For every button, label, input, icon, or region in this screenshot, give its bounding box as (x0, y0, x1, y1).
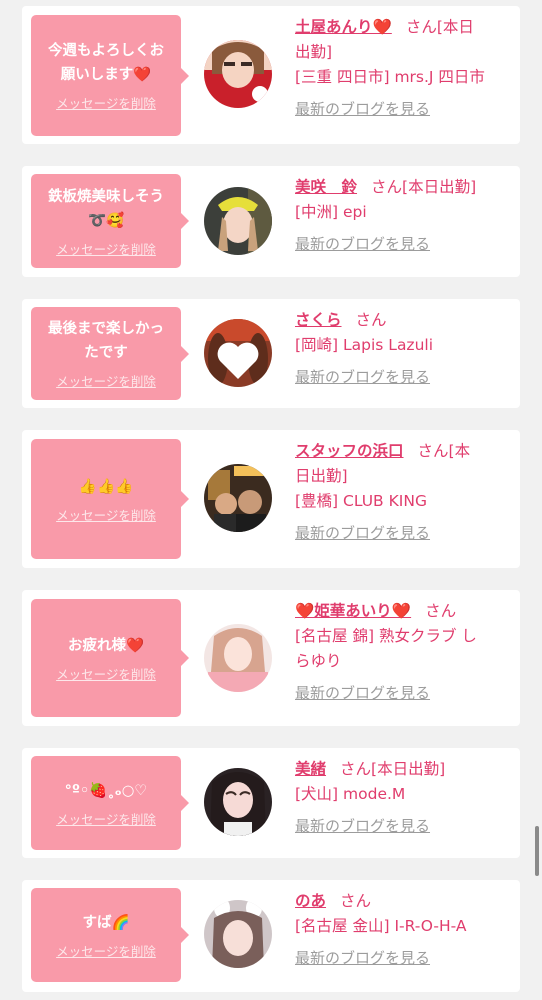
message-line: お疲れ様❤️ (67, 637, 145, 654)
message-bubble: °º◦🍓˳ₒ○♡ メッセージを削除 (31, 756, 189, 850)
shop-info: [中洲] epi (295, 203, 367, 221)
message-line: 願いします❤️ (60, 67, 152, 83)
avatar[interactable] (204, 768, 272, 836)
cast-name-link[interactable]: 美咲 鈴 (295, 178, 357, 196)
message-text: すば🌈 (82, 911, 129, 935)
message-card: 鉄板焼美味しそう ➰🥰 メッセージを削除 美咲 鈴さん[本日出勤] [中洲] e… (22, 166, 520, 277)
shop-info: [岡崎] Lapis Lazuli (295, 336, 434, 354)
shop-info: [豊橋] CLUB KING (295, 492, 427, 510)
delete-message-link[interactable]: メッセージを削除 (56, 93, 156, 112)
cast-info: 美緒 さん[本日出勤] [犬山] mode.M 最新のブログを見る (295, 757, 513, 837)
cast-info: 土屋あんり❤️ さん[本日 出勤] [三重 四日市] mrs.J 四日市 最新のブ… (295, 15, 513, 120)
delete-message-link[interactable]: メッセージを削除 (56, 941, 156, 960)
san-suffix: さん (417, 442, 449, 460)
cast-info: スタッフの浜口 さん[本 日出勤] [豊橋] CLUB KING 最新のブログを見… (295, 439, 513, 544)
latest-blog-link[interactable]: 最新のブログを見る (295, 366, 513, 388)
delete-message-link[interactable]: メッセージを削除 (56, 664, 156, 683)
delete-message-link[interactable]: メッセージを削除 (56, 505, 156, 524)
message-line: 今週もよろしくお (48, 43, 164, 59)
message-card: お疲れ様❤️ メッセージを削除 ❤️姫華あいり❤️ さん [名古屋 錦] 熟女クラ… (22, 590, 520, 726)
attendance-status: [本 (448, 442, 471, 460)
cast-name-link[interactable]: さくら (295, 311, 342, 329)
cast-info: 美咲 鈴さん[本日出勤] [中洲] epi 最新のブログを見る (295, 175, 513, 255)
cast-info: のあ さん [名古屋 金山] I-R-O-H-A 最新のブログを見る (295, 889, 513, 969)
latest-blog-link[interactable]: 最新のブログを見る (295, 98, 513, 120)
latest-blog-link[interactable]: 最新のブログを見る (295, 233, 513, 255)
shop-info: [三重 四日市] mrs.J 四日市 (295, 68, 485, 86)
message-bubble: 鉄板焼美味しそう ➰🥰 メッセージを削除 (31, 174, 189, 268)
avatar[interactable] (204, 624, 272, 692)
message-line: 👍👍👍 (78, 478, 134, 495)
delete-message-link[interactable]: メッセージを削除 (56, 371, 156, 390)
message-card: °º◦🍓˳ₒ○♡ メッセージを削除 美緒 さん[本日出勤] [犬山] mode.M… (22, 748, 520, 858)
message-text: °º◦🍓˳ₒ○♡ (65, 779, 148, 803)
cast-name-link[interactable]: 美緒 (295, 760, 326, 778)
shop-info: [犬山] mode.M (295, 785, 406, 803)
latest-blog-link[interactable]: 最新のブログを見る (295, 947, 513, 969)
message-text: 今週もよろしくお 願いします❤️ (48, 39, 164, 87)
message-text: 最後まで楽しかっ たです (48, 317, 164, 365)
avatar[interactable] (204, 319, 272, 387)
message-text: 鉄板焼美味しそう ➰🥰 (48, 185, 164, 233)
avatar[interactable] (204, 464, 272, 532)
latest-blog-link[interactable]: 最新のブログを見る (295, 815, 513, 837)
message-line: ➰🥰 (87, 212, 125, 229)
san-suffix: さん (355, 311, 387, 329)
delete-message-link[interactable]: メッセージを削除 (56, 809, 156, 828)
message-bubble: 今週もよろしくお 願いします❤️ メッセージを削除 (31, 15, 189, 136)
cast-name-link[interactable]: ❤️姫華あいり❤️ (295, 602, 411, 620)
message-line: たです (84, 345, 128, 361)
latest-blog-link[interactable]: 最新のブログを見る (295, 682, 513, 704)
message-line: °º◦🍓˳ₒ○♡ (64, 782, 148, 799)
message-line: すば🌈 (82, 914, 130, 931)
message-card: 最後まで楽しかっ たです メッセージを削除 さくら さん [岡崎] Lapis L… (22, 299, 520, 408)
san-suffix: さん (371, 178, 403, 196)
latest-blog-link[interactable]: 最新のブログを見る (295, 522, 513, 544)
attendance-status-cont: 出勤] (295, 43, 333, 61)
attendance-status: [本日出勤] (371, 760, 446, 778)
message-bubble: 最後まで楽しかっ たです メッセージを削除 (31, 307, 189, 400)
message-text: お疲れ様❤️ (68, 634, 144, 658)
message-card: 今週もよろしくお 願いします❤️ メッセージを削除 土屋あんり❤️ さん[本日 出… (22, 6, 520, 144)
attendance-status: [本日出勤] (402, 178, 477, 196)
message-text: 👍👍👍 (79, 475, 133, 499)
san-suffix: さん (425, 602, 457, 620)
message-card: すば🌈 メッセージを削除 のあ さん [名古屋 金山] I-R-O-H-A 最新の… (22, 880, 520, 992)
cast-name-link[interactable]: のあ (295, 892, 326, 910)
avatar[interactable] (204, 187, 272, 255)
message-card: 👍👍👍 メッセージを削除 スタッフの浜口 さん[本 日出勤] [豊橋] CLUB … (22, 430, 520, 568)
message-bubble: お疲れ様❤️ メッセージを削除 (31, 599, 189, 717)
scrollbar-thumb[interactable] (535, 826, 539, 876)
message-bubble: 👍👍👍 メッセージを削除 (31, 439, 189, 559)
attendance-status: [本日 (436, 18, 474, 36)
shop-info: [名古屋 錦] 熟女クラブ し (295, 627, 477, 645)
avatar[interactable] (204, 900, 272, 968)
delete-message-link[interactable]: メッセージを削除 (56, 239, 156, 258)
avatar[interactable] (204, 40, 272, 108)
san-suffix: さん (340, 892, 372, 910)
message-line: 最後まで楽しかっ (48, 321, 164, 337)
san-suffix: さん (340, 760, 372, 778)
shop-info: [名古屋 金山] I-R-O-H-A (295, 917, 467, 935)
cast-name-link[interactable]: スタッフの浜口 (295, 442, 404, 460)
shop-info-cont: らゆり (295, 652, 342, 670)
message-line: 鉄板焼美味しそう (48, 188, 164, 205)
cast-name-link[interactable]: 土屋あんり❤️ (295, 18, 392, 36)
san-suffix: さん (405, 18, 437, 36)
message-bubble: すば🌈 メッセージを削除 (31, 888, 189, 982)
cast-info: さくら さん [岡崎] Lapis Lazuli 最新のブログを見る (295, 308, 513, 388)
attendance-status-cont: 日出勤] (295, 467, 348, 485)
cast-info: ❤️姫華あいり❤️ さん [名古屋 錦] 熟女クラブ し らゆり 最新のブログを見… (295, 599, 513, 704)
